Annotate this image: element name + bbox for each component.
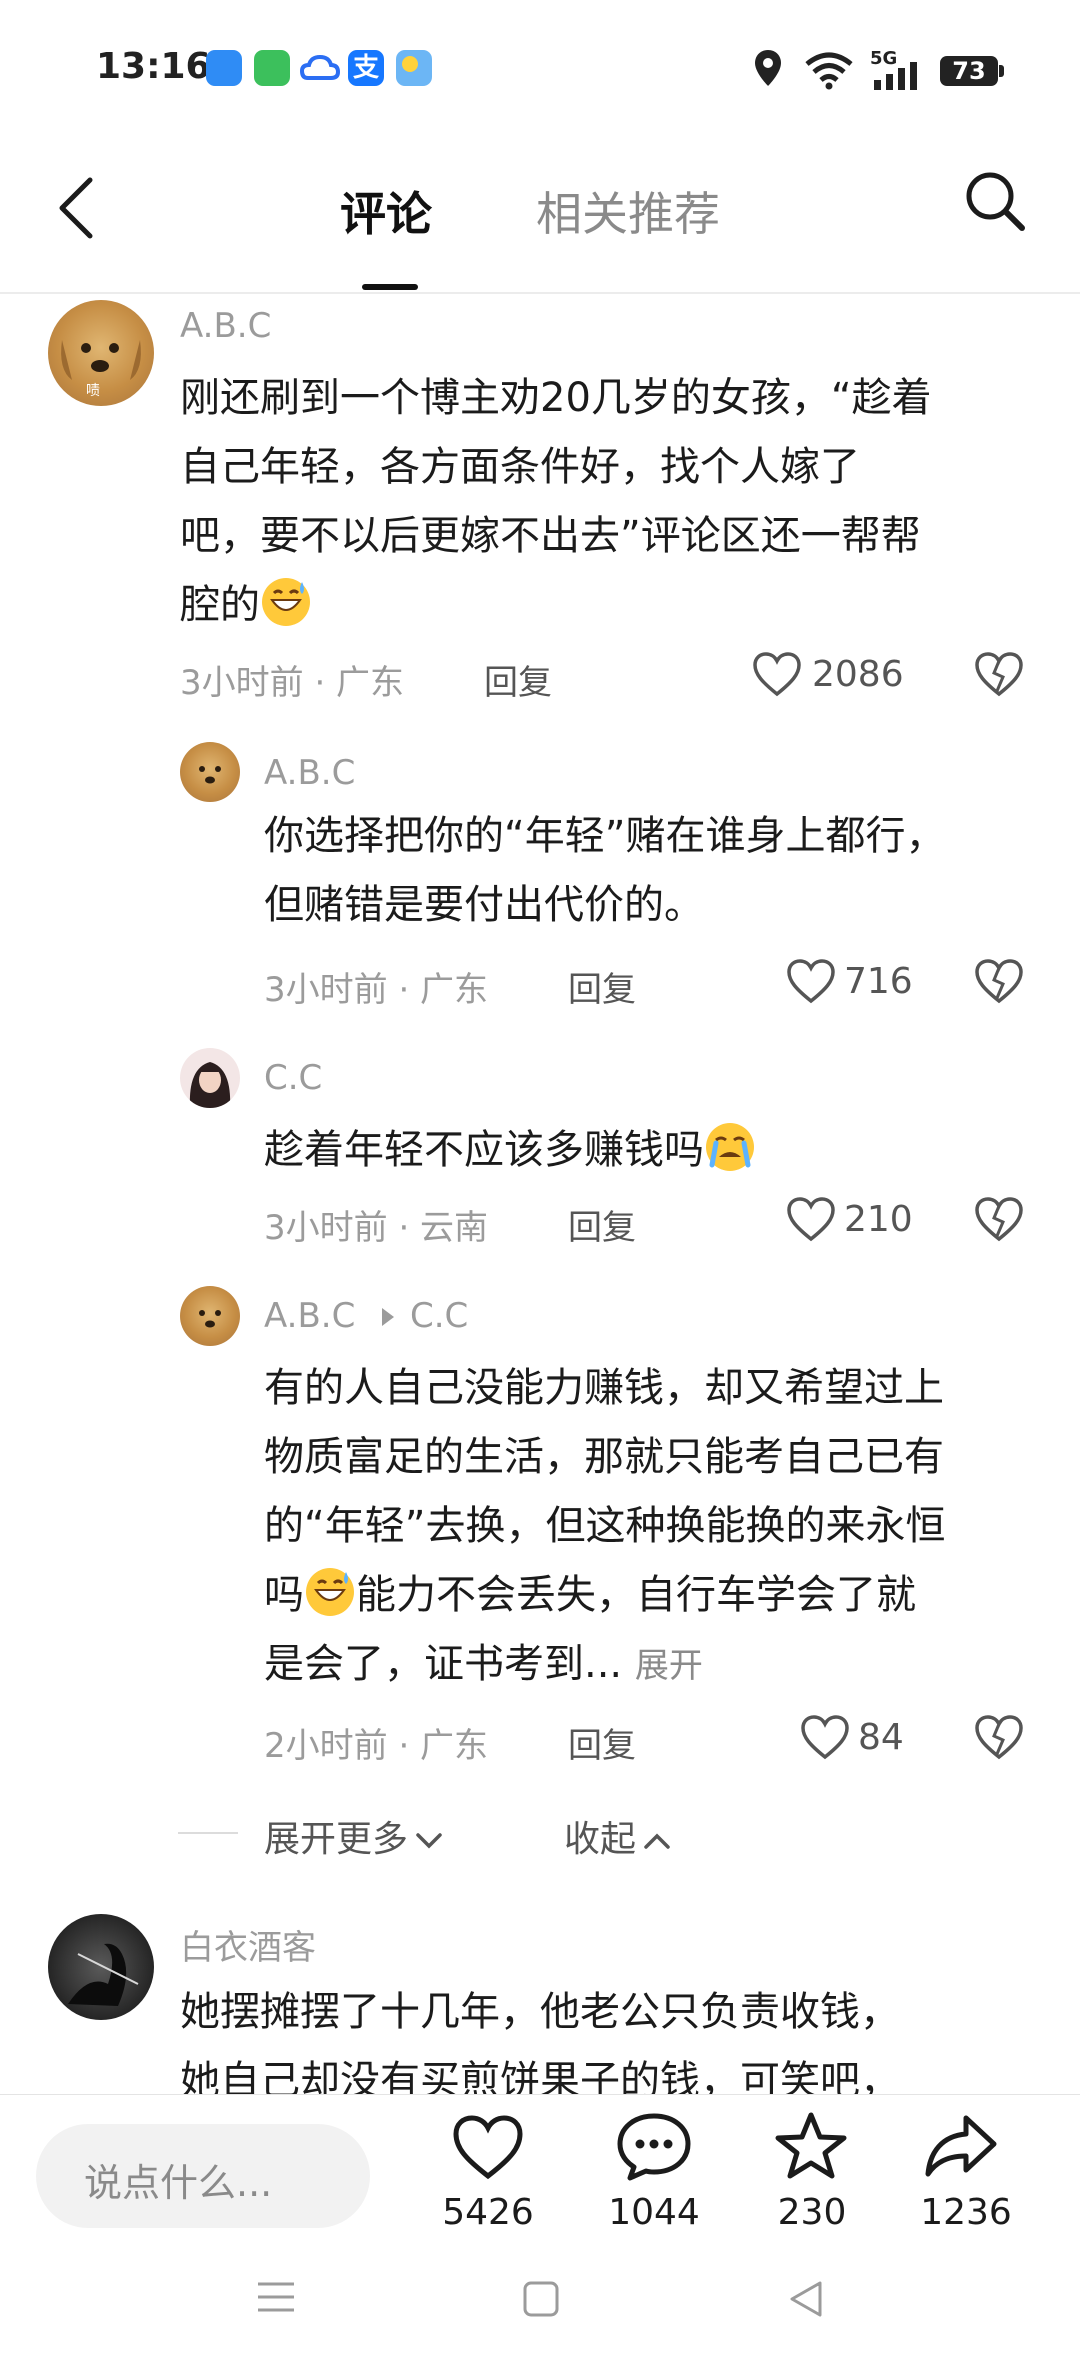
like-count: 716 <box>844 961 913 1002</box>
comment-meta: 3小时前 · 云南 <box>264 1208 489 1248</box>
comment-input-placeholder: 说点什么... <box>84 2161 273 2205</box>
crying-emoji-icon <box>706 1123 754 1171</box>
tab-active-indicator <box>362 284 418 290</box>
avatar[interactable] <box>180 742 240 802</box>
comment-count: 1044 <box>608 2192 700 2233</box>
comment-username[interactable]: C.C <box>264 1058 322 1098</box>
like-count: 5426 <box>442 2192 534 2233</box>
heart-icon[interactable] <box>752 651 802 697</box>
heart-icon[interactable] <box>786 958 836 1004</box>
comment-text: 有的人自己没能力赚钱，却又希望过上 物质富足的生活，那就只能考自己已有 的“年轻… <box>264 1365 946 1687</box>
back-icon[interactable] <box>56 176 96 240</box>
heart-icon[interactable] <box>452 2114 524 2180</box>
expand-text-link[interactable]: 展开 <box>635 1646 703 1686</box>
like-count: 2086 <box>812 654 904 695</box>
comment-text: 刚还刷到一个博主劝20几岁的女孩，“趁着 自己年轻，各方面条件好，找个人嫁了 吧… <box>180 375 932 628</box>
like-count: 84 <box>858 1717 904 1758</box>
heart-broken-icon[interactable] <box>974 1196 1024 1242</box>
app-icon-weather <box>396 50 432 86</box>
wifi-icon <box>805 52 853 90</box>
search-icon[interactable] <box>962 168 1028 234</box>
header-divider <box>0 292 1080 294</box>
heart-broken-icon[interactable] <box>974 651 1024 697</box>
tab-comments[interactable]: 评论 <box>340 178 432 244</box>
avatar[interactable]: 啧 <box>48 300 154 406</box>
collapse-button[interactable]: 收起 <box>564 1810 672 1862</box>
comment-meta: 2小时前 · 广东 <box>264 1726 489 1766</box>
grinning-sweat-emoji-icon <box>306 1568 354 1616</box>
home-icon[interactable] <box>522 2280 560 2318</box>
app-icon-alipay: 支 <box>348 50 384 86</box>
reply-arrow-icon <box>382 1308 394 1326</box>
grinning-sweat-emoji-icon <box>262 578 310 626</box>
star-icon[interactable] <box>774 2110 848 2182</box>
reply-target-username[interactable]: C.C <box>410 1296 468 1336</box>
heart-broken-icon[interactable] <box>974 1714 1024 1760</box>
expand-more-button[interactable]: 展开更多 <box>264 1810 444 1862</box>
avatar[interactable] <box>48 1914 154 2020</box>
avatar[interactable] <box>180 1286 240 1346</box>
share-count: 1236 <box>920 2192 1012 2233</box>
comment-username[interactable]: 白衣酒客 <box>180 1920 316 1969</box>
comment-meta: 3小时前 · 广东 <box>264 970 489 1010</box>
comment-text: 你选择把你的“年轻”赌在谁身上都行， 但赌错是要付出代价的。 <box>264 813 946 928</box>
avatar[interactable] <box>180 1048 240 1108</box>
battery-indicator: 73 <box>940 56 1004 86</box>
back-nav-icon[interactable] <box>788 2280 824 2318</box>
app-icon-feishu <box>206 50 242 86</box>
comment-text: 趁着年轻不应该多赚钱吗 <box>264 1116 1044 1185</box>
reply-button[interactable]: 回复 <box>568 1718 636 1767</box>
comment-meta: 3小时前 · 广东 <box>180 663 405 703</box>
heart-icon[interactable] <box>800 1714 850 1760</box>
reply-button[interactable]: 回复 <box>484 655 552 704</box>
location-icon <box>755 50 781 86</box>
comment-username[interactable]: A.B.C <box>264 1296 355 1336</box>
status-time: 13:16 <box>96 46 211 87</box>
like-count: 210 <box>844 1199 913 1240</box>
comment-username[interactable]: A.B.C <box>180 306 271 346</box>
app-icon-cloud <box>300 54 340 80</box>
heart-broken-icon[interactable] <box>974 958 1024 1004</box>
reply-button[interactable]: 回复 <box>568 962 636 1011</box>
chat-bubble-icon[interactable] <box>616 2112 692 2182</box>
favorite-count: 230 <box>777 2192 847 2233</box>
chevron-down-icon <box>416 1833 442 1849</box>
reply-button[interactable]: 回复 <box>568 1200 636 1249</box>
share-arrow-icon[interactable] <box>924 2112 1000 2180</box>
thread-divider <box>178 1832 238 1834</box>
heart-icon[interactable] <box>786 1196 836 1242</box>
tab-related[interactable]: 相关推荐 <box>536 178 720 244</box>
menu-icon[interactable] <box>256 2280 296 2314</box>
signal-icon <box>874 62 917 90</box>
app-icon-message <box>254 50 290 86</box>
chevron-up-icon <box>644 1833 670 1849</box>
comment-username[interactable]: A.B.C <box>264 753 355 793</box>
